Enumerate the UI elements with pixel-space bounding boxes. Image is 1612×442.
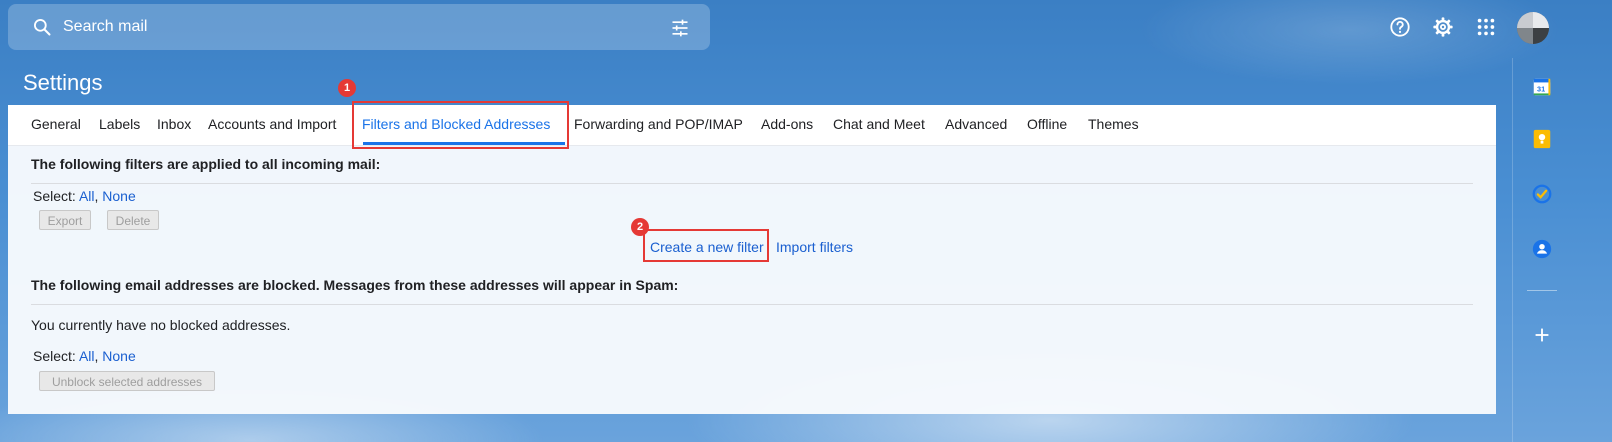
- select-separator: ,: [94, 188, 99, 204]
- blocked-divider: [31, 304, 1473, 305]
- annotation-highlight-tab: [352, 101, 569, 149]
- tab-general[interactable]: General: [31, 116, 81, 132]
- svg-text:31: 31: [1537, 85, 1545, 94]
- select-all-link[interactable]: All: [79, 348, 95, 364]
- export-button[interactable]: Export: [39, 210, 91, 230]
- page-title: Settings: [23, 70, 103, 95]
- apps-grid-icon[interactable]: [1475, 16, 1497, 38]
- import-filters-link[interactable]: Import filters: [776, 239, 853, 255]
- select-label: Select:: [33, 348, 76, 364]
- side-panel: 31: [1512, 58, 1612, 442]
- tab-accounts-and-import[interactable]: Accounts and Import: [208, 116, 336, 132]
- calendar-icon[interactable]: 31: [1531, 76, 1553, 98]
- contacts-icon[interactable]: [1531, 238, 1553, 260]
- tab-chat-and-meet[interactable]: Chat and Meet: [833, 116, 925, 132]
- tab-forwarding-and-pop-imap[interactable]: Forwarding and POP/IMAP: [574, 116, 743, 132]
- tasks-icon[interactable]: [1531, 183, 1553, 205]
- annotation-badge-1: 1: [338, 79, 356, 97]
- blocked-select-row: Select: All, None: [33, 348, 136, 364]
- tab-labels[interactable]: Labels: [99, 116, 140, 132]
- filters-select-row: Select: All, None: [33, 188, 136, 204]
- no-blocked-text: You currently have no blocked addresses.: [31, 317, 291, 333]
- avatar[interactable]: [1517, 12, 1549, 44]
- gear-icon[interactable]: [1432, 16, 1454, 38]
- keep-icon[interactable]: [1531, 128, 1553, 150]
- unblock-selected-button[interactable]: Unblock selected addresses: [39, 371, 215, 391]
- search-icon[interactable]: [32, 17, 52, 37]
- add-icon[interactable]: [1531, 324, 1553, 346]
- tab-inbox[interactable]: Inbox: [157, 116, 191, 132]
- select-separator: ,: [94, 348, 99, 364]
- select-none-link[interactable]: None: [102, 348, 135, 364]
- filters-divider: [31, 183, 1473, 184]
- tab-advanced[interactable]: Advanced: [945, 116, 1007, 132]
- settings-tabs: General Labels Inbox Accounts and Import…: [8, 105, 1496, 146]
- create-filter-link[interactable]: Create a new filter: [650, 239, 764, 255]
- select-label: Select:: [33, 188, 76, 204]
- filters-heading: The following filters are applied to all…: [31, 156, 381, 172]
- search-input[interactable]: Search mail: [63, 18, 147, 36]
- search-bar[interactable]: Search mail: [8, 4, 710, 50]
- tab-add-ons[interactable]: Add-ons: [761, 116, 813, 132]
- select-none-link[interactable]: None: [102, 188, 135, 204]
- blocked-heading: The following email addresses are blocke…: [31, 277, 679, 293]
- tab-offline[interactable]: Offline: [1027, 116, 1067, 132]
- tab-themes[interactable]: Themes: [1088, 116, 1139, 132]
- select-all-link[interactable]: All: [79, 188, 95, 204]
- help-circle-icon[interactable]: [1389, 16, 1411, 38]
- search-options-icon[interactable]: [670, 18, 690, 38]
- side-panel-divider: [1527, 290, 1557, 291]
- settings-panel: General Labels Inbox Accounts and Import…: [8, 101, 1496, 414]
- delete-button[interactable]: Delete: [107, 210, 159, 230]
